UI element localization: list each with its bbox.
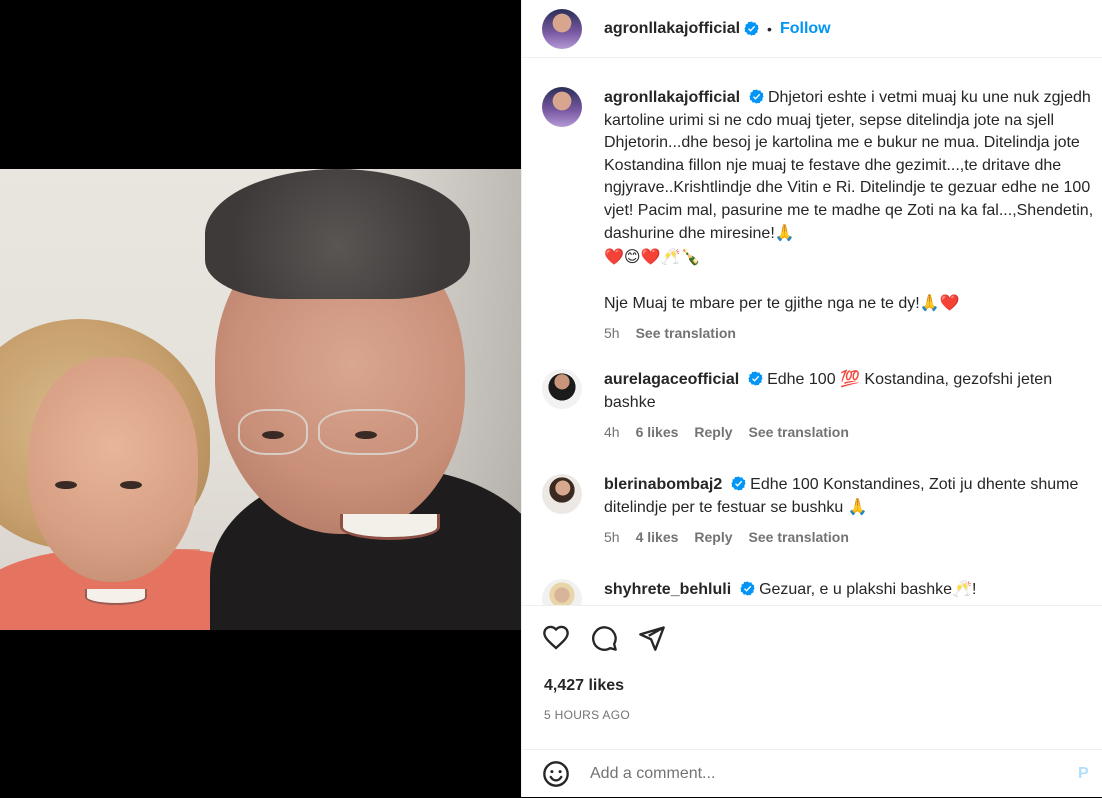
comment-time[interactable]: 5h	[604, 529, 620, 545]
verified-badge-icon	[748, 89, 764, 104]
send-icon[interactable]	[638, 624, 666, 652]
caption-row: agronllakajofficial Dhjetori eshte i vet…	[542, 87, 1102, 341]
caption-text: agronllakajofficial Dhjetori eshte i vet…	[604, 87, 1102, 315]
comment-icon[interactable]	[590, 624, 618, 652]
verified-badge-icon	[744, 21, 759, 36]
caption-author-avatar[interactable]	[542, 87, 582, 127]
comment-content: shyhrete_behluli Gezuar, e u plakshi bas…	[604, 579, 1102, 605]
comment-username[interactable]: blerinabombaj2	[604, 476, 722, 493]
verified-badge-icon	[731, 476, 746, 491]
caption-emoji-pray: 🙏	[774, 223, 795, 242]
heart-icon[interactable]	[542, 624, 570, 652]
post-media[interactable]	[0, 0, 521, 797]
man-eye-right	[355, 431, 377, 439]
smiley-icon[interactable]	[542, 760, 570, 788]
post-comment-button[interactable]: P	[1078, 765, 1089, 783]
comment-row: blerinabombaj2 Edhe 100 Konstandines, Zo…	[542, 474, 1102, 545]
caption-see-translation[interactable]: See translation	[636, 325, 736, 341]
man-eye-left	[262, 431, 284, 439]
comment-reply-button[interactable]: Reply	[694, 529, 732, 545]
woman-face	[28, 357, 198, 582]
caption-emoji-line: ❤️😊❤️🥂🍾	[604, 246, 701, 266]
verified-badge-icon	[748, 371, 763, 386]
comment-see-translation[interactable]: See translation	[749, 529, 849, 545]
comment-see-translation[interactable]: See translation	[749, 424, 849, 440]
comment-meta: 5h 4 likes Reply See translation	[604, 529, 1102, 545]
comment-avatar[interactable]	[542, 579, 582, 605]
comment-username[interactable]: shyhrete_behluli	[604, 581, 731, 598]
comments-list[interactable]: agronllakajofficial Dhjetori eshte i vet…	[522, 59, 1102, 605]
comment-body: Gezuar, e u plakshi bashke🥂!	[759, 581, 977, 598]
comment-username[interactable]: aurelagaceofficial	[604, 371, 739, 388]
comment-content: blerinabombaj2 Edhe 100 Konstandines, Zo…	[604, 474, 1102, 545]
woman-smile	[85, 589, 147, 605]
comment-row: aurelagaceofficial Edhe 100 💯 Kostandina…	[542, 369, 1102, 440]
comment-reply-button[interactable]: Reply	[694, 424, 732, 440]
comment-likes[interactable]: 4 likes	[636, 529, 679, 545]
author-username[interactable]: agronllakajofficial	[604, 20, 740, 38]
add-comment-input[interactable]	[590, 765, 1060, 783]
post-viewer: agronllakajofficial • Follow agronllakaj…	[0, 0, 1102, 797]
caption-body: Dhjetori eshte i vetmi muaj ku une nuk z…	[604, 89, 1094, 242]
separator-dot: •	[767, 20, 772, 37]
comment-likes[interactable]: 6 likes	[636, 424, 679, 440]
verified-badge-icon	[739, 581, 755, 596]
comment-text: aurelagaceofficial Edhe 100 💯 Kostandina…	[604, 369, 1102, 414]
author-avatar[interactable]	[542, 8, 582, 49]
comment-time[interactable]: 4h	[604, 424, 620, 440]
woman-eye-right	[120, 481, 142, 489]
caption-content: agronllakajofficial Dhjetori eshte i vet…	[604, 87, 1102, 341]
comment-row: shyhrete_behluli Gezuar, e u plakshi bas…	[542, 579, 1102, 605]
comment-content: aurelagaceofficial Edhe 100 💯 Kostandina…	[604, 369, 1102, 440]
caption-time[interactable]: 5h	[604, 325, 620, 341]
post-time[interactable]: 5 HOURS AGO	[544, 708, 630, 722]
man-hair	[205, 169, 470, 299]
woman-eye-left	[55, 481, 77, 489]
comment-avatar[interactable]	[542, 474, 582, 514]
caption-username[interactable]: agronllakajofficial	[604, 89, 740, 106]
post-side-panel: agronllakajofficial • Follow agronllakaj…	[521, 0, 1102, 797]
comment-avatar[interactable]	[542, 369, 582, 409]
post-header: agronllakajofficial • Follow	[522, 0, 1102, 58]
comment-meta: 4h 6 likes Reply See translation	[604, 424, 1102, 440]
add-comment-bar: P	[522, 749, 1102, 798]
comment-text: blerinabombaj2 Edhe 100 Konstandines, Zo…	[604, 474, 1102, 519]
follow-button[interactable]: Follow	[780, 20, 831, 38]
post-photo	[0, 169, 521, 630]
post-actions: 4,427 likes 5 HOURS AGO P	[522, 605, 1102, 797]
comment-text: shyhrete_behluli Gezuar, e u plakshi bas…	[604, 579, 1102, 602]
man-smile	[340, 514, 440, 540]
likes-count[interactable]: 4,427 likes	[544, 677, 624, 695]
caption-closing-emoji: 🙏❤️	[919, 292, 960, 312]
caption-meta: 5h See translation	[604, 325, 1102, 341]
caption-closing: Nje Muaj te mbare per te gjithe nga ne t…	[604, 294, 920, 312]
action-icons	[542, 624, 666, 652]
